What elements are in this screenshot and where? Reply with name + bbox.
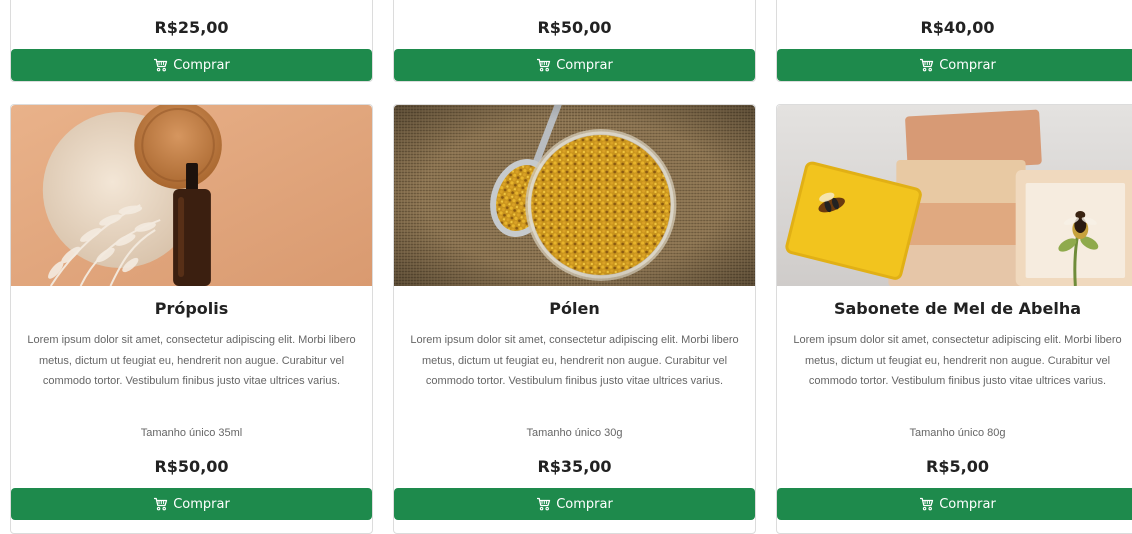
product-card-sabonete: Sabonete de Mel de Abelha Lorem ipsum do… [776,104,1132,534]
buy-button[interactable]: Comprar [777,49,1132,81]
product-card-top-3: R$40,00 Comprar [776,0,1132,82]
cart-icon [153,58,168,72]
buy-button-label: Comprar [939,496,996,512]
cart-icon [153,497,168,511]
cart-icon [536,497,551,511]
product-price: R$40,00 [920,18,995,37]
product-image-propolis [11,105,372,286]
buy-button[interactable]: Comprar [394,49,755,81]
buy-button-label: Comprar [173,57,230,73]
product-size: Tamanho único 35ml [140,427,243,439]
buy-button[interactable]: Comprar [777,488,1132,520]
product-price: R$5,00 [926,457,989,476]
cart-icon [919,58,934,72]
product-title: Pólen [549,299,600,318]
product-card-top-1: R$25,00 Comprar [10,0,373,82]
buy-button-label: Comprar [173,496,230,512]
product-size: Tamanho único 80g [909,427,1006,439]
product-image-polen [394,105,755,286]
product-price: R$50,00 [537,18,612,37]
product-card-propolis: Própolis Lorem ipsum dolor sit amet, con… [10,104,373,534]
product-size: Tamanho único 30g [526,427,623,439]
buy-button-label: Comprar [556,496,613,512]
product-card-top-2: R$50,00 Comprar [393,0,756,82]
product-price: R$50,00 [154,457,229,476]
buy-button-label: Comprar [556,57,613,73]
product-description: Lorem ipsum dolor sit amet, consectetur … [410,334,739,387]
buy-button-label: Comprar [939,57,996,73]
product-title: Sabonete de Mel de Abelha [833,299,1081,318]
product-card-polen: Pólen Lorem ipsum dolor sit amet, consec… [393,104,756,534]
product-price: R$25,00 [154,18,229,37]
buy-button[interactable]: Comprar [11,49,372,81]
product-image-sabonete [777,105,1132,286]
cart-icon [536,58,551,72]
buy-button[interactable]: Comprar [394,488,755,520]
product-title: Própolis [154,299,229,318]
product-description: Lorem ipsum dolor sit amet, consectetur … [27,334,356,387]
cart-icon [919,497,934,511]
product-price: R$35,00 [537,457,612,476]
product-description: Lorem ipsum dolor sit amet, consectetur … [793,334,1122,387]
buy-button[interactable]: Comprar [11,488,372,520]
